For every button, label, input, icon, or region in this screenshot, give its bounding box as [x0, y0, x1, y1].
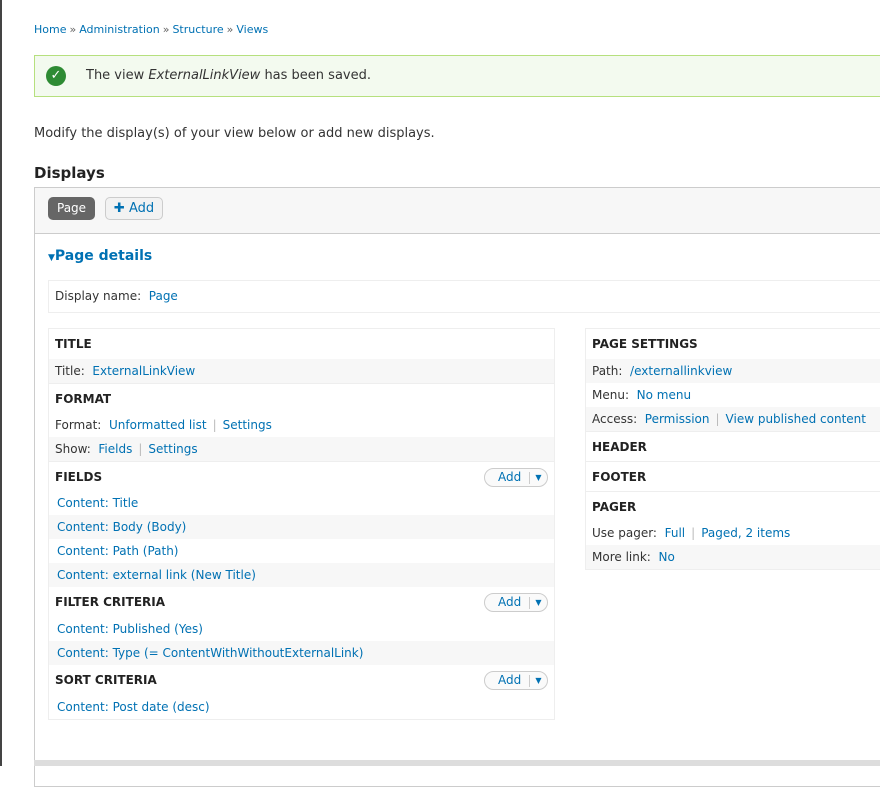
breadcrumb-administration[interactable]: Administration	[79, 23, 160, 36]
format-section-heading: FORMAT	[49, 383, 554, 413]
field-item: Content: Path (Path)	[49, 539, 554, 563]
path-label: Path:	[592, 364, 623, 378]
format-label: Format:	[55, 418, 102, 432]
menu-link[interactable]: No menu	[637, 388, 691, 402]
sort-link[interactable]: Content: Post date (desc)	[57, 700, 210, 714]
plus-icon: ✚	[113, 201, 125, 216]
access-row: Access: Permission | View published conten…	[586, 407, 880, 431]
field-link[interactable]: Content: Path (Path)	[57, 544, 178, 558]
fields-heading: FIELDS	[55, 470, 103, 484]
status-text: The view ExternalLinkView has been saved…	[86, 68, 371, 83]
use-pager-label: Use pager:	[592, 526, 657, 540]
add-label: Add	[498, 470, 522, 484]
add-display-button[interactable]: ✚ Add	[105, 197, 163, 220]
more-link-value[interactable]: No	[658, 550, 674, 564]
title-section-heading: TITLE	[55, 337, 92, 351]
path-row: Path: /externallinkview	[586, 359, 880, 383]
format-row: Format: Unformatted list | Settings	[49, 413, 554, 437]
breadcrumb-separator: »	[69, 23, 77, 36]
dropdown-arrow-icon[interactable]: ▼	[529, 472, 547, 484]
display-name-label: Display name:	[55, 289, 142, 303]
separator: |	[691, 526, 696, 540]
sort-heading: SORT CRITERIA	[55, 673, 157, 687]
field-link[interactable]: Content: external link (New Title)	[57, 568, 256, 582]
access-link[interactable]: Permission	[645, 412, 710, 426]
filter-section-heading: FILTER CRITERIA Add ▼	[49, 587, 554, 617]
add-label: Add	[498, 595, 522, 609]
fields-section-heading: FIELDS Add ▼	[49, 461, 554, 491]
show-settings-link[interactable]: Settings	[148, 442, 197, 456]
menu-row: Menu: No menu	[586, 383, 880, 407]
field-item: Content: Title	[49, 491, 554, 515]
more-link-label: More link:	[592, 550, 651, 564]
page-settings-heading: PAGE SETTINGS	[592, 337, 698, 351]
more-link-row: More link: No	[586, 545, 880, 569]
title-label: Title:	[55, 364, 85, 378]
message-view-name: ExternalLinkView	[148, 68, 261, 83]
bottom-bar	[34, 760, 880, 766]
field-item: Content: external link (New Title)	[49, 563, 554, 587]
title-row: Title: ExternalLinkView	[49, 359, 554, 383]
filter-link[interactable]: Content: Type (= ContentWithWithoutExter…	[57, 646, 363, 660]
display-tabs: Page ✚ Add	[35, 188, 880, 234]
display-name-row: Display name: Page	[48, 280, 880, 313]
status-message: ✓ The view ExternalLinkView has been sav…	[34, 55, 880, 97]
header-section-heading: HEADER	[586, 431, 880, 461]
message-suffix: has been saved.	[260, 68, 371, 83]
breadcrumb-separator: »	[162, 23, 170, 36]
breadcrumb-separator: »	[226, 23, 234, 36]
filter-item: Content: Published (Yes)	[49, 617, 554, 641]
sort-item: Content: Post date (desc)	[49, 695, 554, 719]
display-name-link[interactable]: Page	[149, 289, 178, 303]
caret-down-icon: ▼	[48, 253, 55, 263]
footer-section-heading: FOOTER	[586, 461, 880, 491]
title-link[interactable]: ExternalLinkView	[92, 364, 195, 378]
separator: |	[715, 412, 720, 426]
tab-page[interactable]: Page	[48, 197, 96, 220]
field-item: Content: Body (Body)	[49, 515, 554, 539]
sort-section-heading: SORT CRITERIA Add ▼	[49, 665, 554, 695]
field-link[interactable]: Content: Body (Body)	[57, 520, 186, 534]
add-filter-button[interactable]: Add ▼	[484, 593, 548, 612]
access-label: Access:	[592, 412, 638, 426]
page-details-label: Page details	[54, 248, 153, 264]
add-label: Add	[498, 673, 522, 687]
show-row: Show: Fields | Settings	[49, 437, 554, 461]
pager-section-heading: PAGER	[586, 491, 880, 521]
breadcrumb: Home» Administration» Structure» Views	[34, 23, 268, 36]
field-link[interactable]: Content: Title	[57, 496, 138, 510]
show-label: Show:	[55, 442, 91, 456]
message-prefix: The view	[86, 68, 149, 83]
separator: |	[212, 418, 217, 432]
menu-label: Menu:	[592, 388, 629, 402]
show-link[interactable]: Fields	[98, 442, 132, 456]
dropdown-arrow-icon[interactable]: ▼	[529, 675, 547, 687]
filter-item: Content: Type (= ContentWithWithoutExter…	[49, 641, 554, 665]
breadcrumb-home[interactable]: Home	[34, 23, 66, 36]
page-details-toggle[interactable]: ▼Page details	[48, 248, 152, 264]
filter-heading: FILTER CRITERIA	[55, 595, 166, 609]
intro-text: Modify the display(s) of your view below…	[34, 126, 435, 141]
displays-panel: Page ✚ Add ▼Page details Display name: P…	[34, 187, 880, 787]
filter-link[interactable]: Content: Published (Yes)	[57, 622, 203, 636]
dropdown-arrow-icon[interactable]: ▼	[529, 597, 547, 609]
add-sort-button[interactable]: Add ▼	[484, 671, 548, 690]
access-settings-link[interactable]: View published content	[726, 412, 866, 426]
format-settings-link[interactable]: Settings	[223, 418, 272, 432]
breadcrumb-structure[interactable]: Structure	[172, 23, 223, 36]
left-column: TITLE Title: ExternalLinkView FORMAT For…	[48, 328, 555, 720]
pager-type-link[interactable]: Full	[665, 526, 686, 540]
format-link[interactable]: Unformatted list	[109, 418, 207, 432]
path-link[interactable]: /externallinkview	[630, 364, 732, 378]
displays-heading: Displays	[34, 164, 105, 182]
separator: |	[138, 442, 143, 456]
use-pager-row: Use pager: Full | Paged, 2 items	[586, 521, 880, 545]
add-display-label: Add	[128, 201, 155, 216]
pager-settings-link[interactable]: Paged, 2 items	[701, 526, 790, 540]
add-field-button[interactable]: Add ▼	[484, 468, 548, 487]
breadcrumb-views[interactable]: Views	[236, 23, 268, 36]
right-column: PAGE SETTINGS Path: /externallinkview Me…	[585, 328, 880, 570]
check-icon: ✓	[46, 66, 66, 86]
